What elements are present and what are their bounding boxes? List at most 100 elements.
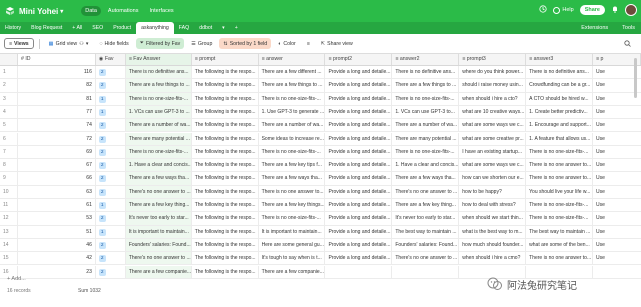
nav-interfaces[interactable]: Interfaces	[145, 6, 177, 16]
cell-prompt3[interactable]: when should i hire a cto?	[459, 92, 527, 105]
cell-answer3[interactable]: There is no one-size-fits-...	[526, 199, 594, 212]
table-row[interactable]: 6 72 2 There are many potential ... The foll…	[0, 132, 641, 146]
table-row[interactable]: 1 116 2 There is no definitive ans... The fo…	[0, 66, 641, 80]
cell-answer[interactable]: It is important to maintain...	[259, 225, 326, 238]
cell-id[interactable]: 46	[17, 238, 96, 252]
table-row[interactable]: 3 81 1 There is no one-size-fits-... The fol…	[0, 92, 641, 106]
cell-prompt3[interactable]: how to be happy?	[459, 185, 527, 198]
cell-prompt2[interactable]: Provide a long and detaile...	[325, 225, 393, 238]
cell-answer2[interactable]: The best way to maintain ...	[392, 225, 460, 238]
cell-answer[interactable]: There are a few ways tha...	[259, 172, 326, 185]
cell-id[interactable]: 74	[17, 119, 96, 132]
cell-fav-answer[interactable]: There are a few key thing...	[125, 199, 192, 212]
cell-answer3[interactable]: 1. A feature that allows us...	[526, 132, 594, 145]
nav-data[interactable]: Data	[81, 6, 101, 16]
cell-fav-answer[interactable]: There are many potential ...	[125, 132, 192, 145]
table-row[interactable]: 9 66 2 There are a few ways tha... The follo…	[0, 172, 641, 186]
cell-prompt2[interactable]: Provide a long and detaile...	[325, 105, 393, 119]
base-logo-icon[interactable]	[5, 6, 15, 16]
grid-view-button[interactable]: ▦ Grid view ⚇ ▾	[45, 38, 93, 49]
column-header-prompt2[interactable]: ≡ prompt2	[325, 54, 393, 65]
cell-prompt2[interactable]: Provide a long and detaile...	[325, 238, 393, 252]
cell-prompt[interactable]: The following is the respo...	[192, 185, 259, 198]
cell-id[interactable]: 66	[17, 172, 96, 185]
cell-answer[interactable]: There are a number of wa...	[259, 119, 326, 132]
cell-answer[interactable]: Some ideas to increase re...	[259, 132, 326, 145]
cell-prompt2[interactable]: Provide a long and detaile...	[325, 185, 393, 198]
cell-prompt[interactable]: The following is the respo...	[192, 199, 259, 212]
cell-prompt2[interactable]: Provide a long and detaile...	[325, 199, 393, 212]
cell-answer3[interactable]: what are some of the ben...	[526, 238, 594, 252]
cell-answer2[interactable]: 1. VCs can use GPT-3 to...	[392, 105, 460, 119]
cell-fav[interactable]: 2	[96, 159, 126, 172]
cell-fav[interactable]: 1	[96, 225, 126, 238]
cell-prompt2[interactable]: Provide a long and detaile...	[325, 132, 393, 145]
cell-fav-answer[interactable]: There are a number of wa...	[125, 119, 192, 132]
cell-answer3[interactable]: There is no definitive ans...	[526, 66, 594, 79]
cell-prompt3[interactable]: where do you think power...	[459, 66, 527, 79]
cell-id[interactable]: 69	[17, 145, 96, 159]
cell-answer3[interactable]: 1. Encourage and support...	[526, 119, 594, 132]
cell-prompt[interactable]: The following is the respo...	[192, 119, 259, 132]
cell-prompt3[interactable]: I have an existing startup...	[459, 145, 527, 159]
share-view-button[interactable]: ⇱ Share view	[317, 38, 357, 49]
cell-fav-answer[interactable]: There's no one answer to ...	[125, 252, 192, 265]
cell-prompt[interactable]: The following is the respo...	[192, 238, 259, 252]
cell-answer[interactable]: There are a few things to ...	[259, 79, 326, 92]
cell-prompt2[interactable]: Provide a long and detaile...	[325, 119, 393, 132]
cell-id[interactable]: 42	[17, 252, 96, 265]
cell-fav-answer[interactable]: There's no one answer to ...	[125, 185, 192, 198]
cell-fav-answer[interactable]: It's never too early to star...	[125, 212, 192, 225]
cell-answer[interactable]: 1. Use GPT-3 to generate ...	[259, 105, 326, 119]
cell-prompt3[interactable]: should i raise money usin...	[459, 79, 527, 92]
table-row[interactable]: 11 61 1 There are a few key thing... The fol…	[0, 199, 641, 213]
vertical-scrollbar[interactable]	[633, 54, 639, 274]
cell-id[interactable]: 81	[17, 92, 96, 105]
column-header-fav-answer[interactable]: ≡ Fav Answer	[125, 54, 192, 65]
cell-prompt3[interactable]: how can we shorten our e...	[459, 172, 527, 185]
base-title[interactable]: Mini Yohei ▾	[19, 7, 63, 16]
row-height-button[interactable]: ≡	[303, 38, 314, 49]
cell-id[interactable]: 61	[17, 199, 96, 212]
cell-prompt3[interactable]: how to deal with stress?	[459, 199, 527, 212]
table-row[interactable]: 8 67 2 1. Have a clear and concis... The fol…	[0, 159, 641, 173]
cell-prompt3[interactable]: what are some creative pr...	[459, 132, 527, 145]
cell-prompt[interactable]: The following is the respo...	[192, 252, 259, 265]
cell-answer[interactable]: There are a few key things...	[259, 199, 326, 212]
cell-id[interactable]: 63	[17, 185, 96, 198]
cell-answer2[interactable]: There is no one-size-fits-...	[392, 145, 460, 159]
cell-fav-answer[interactable]: Founders' salaries: Found...	[125, 238, 192, 252]
cell-answer3[interactable]: There is no one answer to...	[526, 159, 594, 172]
tools-button[interactable]: Tools	[622, 22, 635, 34]
cell-answer2[interactable]: There's no one answer to ...	[392, 252, 460, 265]
cell-prompt[interactable]: The following is the respo...	[192, 172, 259, 185]
share-button[interactable]: Share	[579, 5, 605, 15]
column-header-prompt3[interactable]: ≡ prompt3	[459, 54, 527, 65]
tab-blog-request[interactable]: Blog Request	[26, 22, 67, 34]
table-row[interactable]: 12 53 2 It's never too early to star... The …	[0, 212, 641, 226]
cell-fav[interactable]: 1	[96, 199, 126, 212]
cell-prompt[interactable]: The following is the respo...	[192, 79, 259, 92]
table-row[interactable]: 13 51 1 It is important to maintain... The f…	[0, 225, 641, 239]
cell-prompt2[interactable]: Provide a long and detaile...	[325, 159, 393, 172]
cell-prompt2[interactable]: Provide a long and detaile...	[325, 79, 393, 92]
table-row[interactable]: 10 63 2 There's no one answer to ... The fol…	[0, 185, 641, 199]
cell-prompt2[interactable]: Provide a long and detaile...	[325, 212, 393, 225]
column-header-id[interactable]: # ID	[17, 54, 96, 65]
cell-answer[interactable]: There are a few key tips f...	[259, 159, 326, 172]
table-row[interactable]: 2 82 2 There are a few things to ... The fol…	[0, 79, 641, 93]
cell-answer3[interactable]: The best way to maintain ...	[526, 225, 594, 238]
cell-answer3[interactable]: 1. Create better predictiv...	[526, 105, 594, 119]
cell-fav-answer[interactable]: 1. Have a clear and concis...	[125, 159, 192, 172]
cell-answer[interactable]: There is no one-size-fits-...	[259, 92, 326, 105]
cell-fav[interactable]: 2	[96, 132, 126, 145]
cell-prompt[interactable]: The following is the respo...	[192, 225, 259, 238]
cell-id[interactable]: 77	[17, 105, 96, 119]
cell-answer3[interactable]: A CTO should be hired w...	[526, 92, 594, 105]
cell-answer[interactable]: Here are some general gu...	[259, 238, 326, 252]
cell-answer2[interactable]: There's no one answer to ...	[392, 185, 460, 198]
nav-automations[interactable]: Automations	[104, 6, 143, 16]
column-header-answer2[interactable]: ≡ answer2	[392, 54, 460, 65]
cell-fav[interactable]: 2	[96, 238, 126, 252]
cell-id[interactable]: 72	[17, 132, 96, 145]
